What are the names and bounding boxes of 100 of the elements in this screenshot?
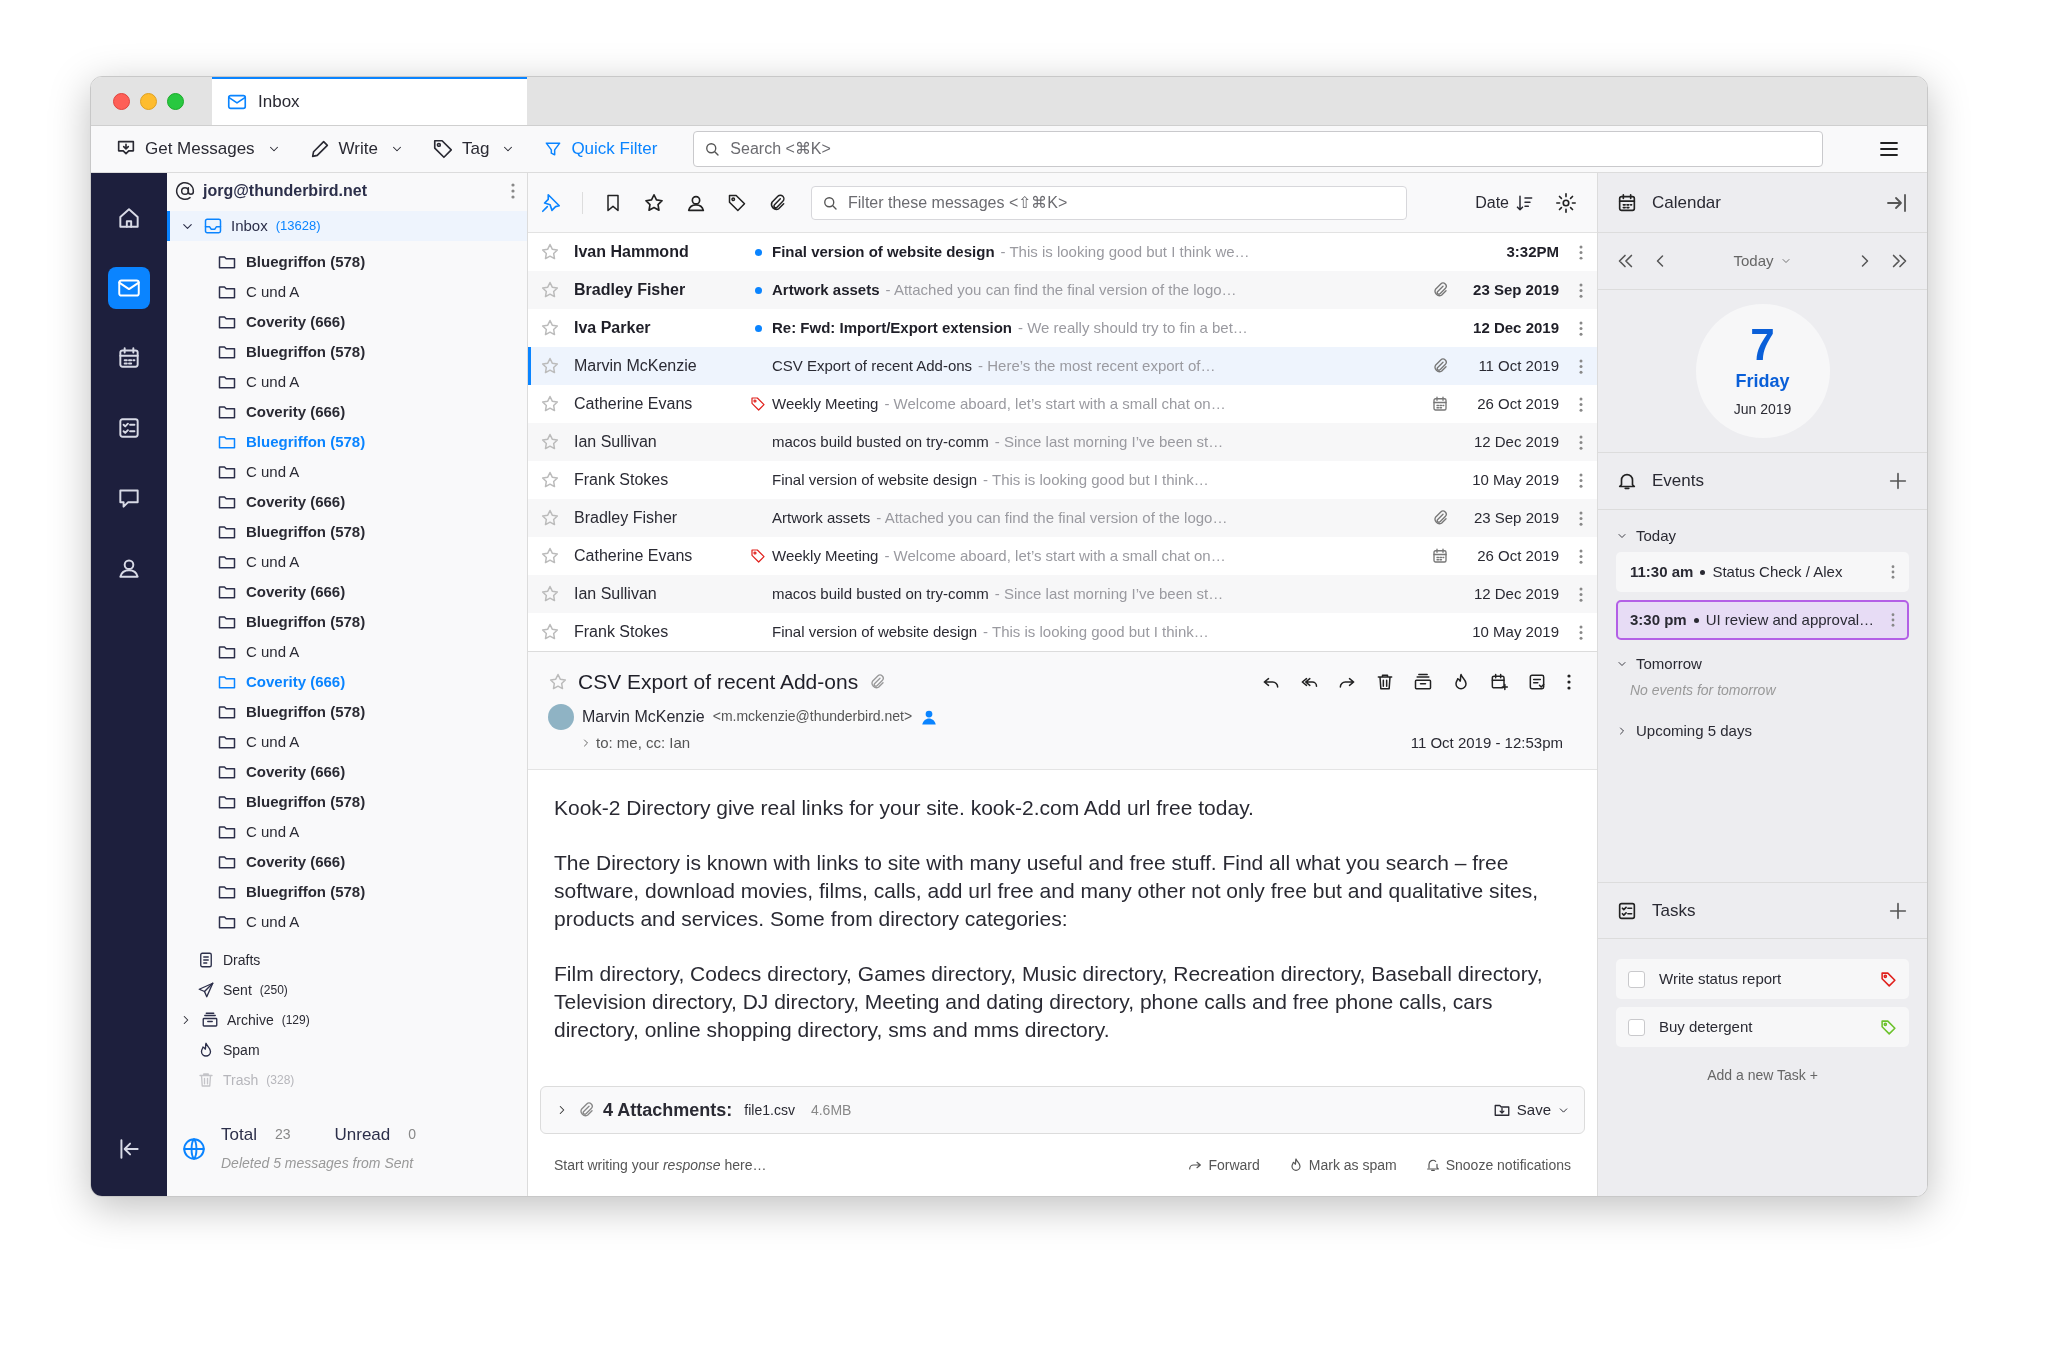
- folder-item[interactable]: Coverity (666): [167, 847, 527, 877]
- folder-item[interactable]: C und A: [167, 457, 527, 487]
- star-icon[interactable]: [540, 394, 560, 414]
- folder-item[interactable]: C und A: [167, 907, 527, 937]
- folder-item[interactable]: C und A: [167, 277, 527, 307]
- folder-item[interactable]: Bluegriffon (578): [167, 877, 527, 907]
- star-icon[interactable]: [540, 432, 560, 452]
- message-row[interactable]: Bradley Fisher Artwork assets - Attached you can find the final version of the logo… 23 Sep 2019: [528, 271, 1597, 309]
- star-icon[interactable]: [540, 508, 560, 528]
- message-subject: Weekly Meeting: [772, 545, 879, 566]
- task-card[interactable]: Write status report: [1616, 959, 1909, 999]
- plus-icon[interactable]: [1887, 470, 1909, 492]
- tag-icon[interactable]: [727, 192, 747, 213]
- quick-filter-button[interactable]: Quick Filter: [537, 131, 664, 167]
- message-row[interactable]: Marvin McKenzie CSV Export of recent Add-ons - Here’s the most recent export of… 11 Oct 2019: [528, 347, 1597, 385]
- day-number: 7: [1750, 322, 1775, 368]
- folder-item[interactable]: C und A: [167, 547, 527, 577]
- paper-plane-icon: [197, 981, 215, 999]
- action-button[interactable]: Forward: [1187, 1154, 1260, 1176]
- task-card[interactable]: Buy detergent: [1616, 1007, 1909, 1047]
- sender: Ian Sullivan: [574, 432, 658, 452]
- star-icon[interactable]: [540, 356, 560, 376]
- event-card[interactable]: 11:30 am Status Check / Alex: [1616, 552, 1909, 592]
- star-icon[interactable]: [643, 191, 665, 214]
- folder-item[interactable]: Drafts: [167, 945, 527, 975]
- folder-item[interactable]: Coverity (666): [167, 487, 527, 517]
- folder-item[interactable]: Bluegriffon (578): [167, 337, 527, 367]
- checkbox[interactable]: [1628, 1018, 1645, 1036]
- event-group-header[interactable]: Upcoming 5 days: [1616, 715, 1909, 747]
- pin-icon[interactable]: [540, 191, 562, 214]
- folder-item[interactable]: C und A: [167, 817, 527, 847]
- action-button[interactable]: Mark as spam: [1287, 1154, 1397, 1176]
- tag-icon: [431, 138, 454, 160]
- message-row[interactable]: Ian Sullivan macos build busted on try-comm - Since last morning I’ve been st… 12 Dec 2019: [528, 423, 1597, 461]
- folder-item[interactable]: Coverity (666): [167, 307, 527, 337]
- attachments-bar[interactable]: 4 Attachments: file1.csv 4.6MB Save: [540, 1086, 1585, 1134]
- attachments-label: 4 Attachments:: [603, 1098, 733, 1122]
- month-year: Jun 2019: [1733, 400, 1792, 419]
- save-button[interactable]: Save: [1492, 1098, 1570, 1122]
- folder-item[interactable]: Bluegriffon (578): [167, 247, 527, 277]
- space-button[interactable]: [108, 267, 150, 309]
- event-group-header[interactable]: Today: [1616, 520, 1909, 552]
- toolbar-button[interactable]: Get Messages: [109, 131, 287, 167]
- toolbar-button[interactable]: Tag: [425, 131, 522, 167]
- paperclip-icon: [577, 1101, 595, 1119]
- star-icon[interactable]: [548, 671, 568, 692]
- close-window-button[interactable]: [113, 92, 130, 110]
- folder-item[interactable]: Bluegriffon (578): [167, 517, 527, 547]
- event-card[interactable]: 3:30 pm UI review and approval…: [1616, 600, 1909, 640]
- star-icon[interactable]: [540, 470, 560, 490]
- file-size: 4.6MB: [810, 1100, 852, 1120]
- event-group-header[interactable]: Tomorrow: [1616, 648, 1909, 680]
- folder-item[interactable]: Sent (250): [167, 975, 527, 1005]
- unread-count: 0: [408, 1124, 417, 1144]
- events-title: Events: [1652, 470, 1704, 493]
- folder-item[interactable]: Coverity (666): [167, 397, 527, 427]
- message-preview: - This is looking good but I think…: [983, 621, 1209, 642]
- account-name[interactable]: jorg@thunderbird.net: [203, 179, 368, 203]
- message-row[interactable]: Bradley Fisher Artwork assets - Attached you can find the final version of the logo… 23 Sep 2019: [528, 499, 1597, 537]
- folder-item[interactable]: Coverity (666): [167, 757, 527, 787]
- folder-item[interactable]: Bluegriffon (578): [167, 697, 527, 727]
- toolbar-button[interactable]: Write: [302, 131, 410, 167]
- folder-item[interactable]: C und A: [167, 727, 527, 757]
- star-icon[interactable]: [540, 318, 560, 338]
- action-button[interactable]: Snooze notifications: [1424, 1154, 1571, 1176]
- settings-icon[interactable]: [1555, 191, 1577, 214]
- sender: Catherine Evans: [574, 394, 694, 414]
- star-icon[interactable]: [540, 280, 560, 300]
- star-icon[interactable]: [540, 584, 560, 604]
- event-time: 3:30 pm: [1630, 609, 1687, 630]
- message-row[interactable]: Ian Sullivan macos build busted on try-comm - Since last morning I’ve been st… 12 Dec 2019: [528, 575, 1597, 613]
- maximize-window-button[interactable]: [167, 92, 184, 110]
- filter-field[interactable]: Filter these messages <⇧⌘K>: [811, 185, 1407, 220]
- sender: Iva Parker: [574, 318, 652, 338]
- sort-button[interactable]: Date: [1475, 190, 1535, 215]
- folder-item[interactable]: Bluegriffon (578): [167, 607, 527, 637]
- folder-item[interactable]: C und A: [167, 637, 527, 667]
- message-subject: Re: Fwd: Import/Export extension: [772, 317, 1012, 338]
- sender: Frank Stokes: [574, 470, 670, 490]
- message-date: 12 Dec 2019: [1472, 583, 1559, 604]
- add-task-link[interactable]: Add a new Task +: [1707, 1065, 1818, 1086]
- checkbox[interactable]: [1628, 970, 1645, 988]
- email-date: 11 Oct 2019 - 12:53pm: [1410, 732, 1563, 753]
- message-date: 26 Oct 2019: [1476, 545, 1559, 566]
- folder-item[interactable]: C und A: [167, 367, 527, 397]
- more-icon[interactable]: [1567, 673, 1571, 690]
- folder-item[interactable]: Coverity (666): [167, 577, 527, 607]
- paperclip-icon: [868, 672, 887, 691]
- search-field[interactable]: Search <⌘K>: [693, 131, 1824, 167]
- reply-field[interactable]: Start writing your response here…: [554, 1154, 767, 1176]
- tab[interactable]: Inbox: [212, 77, 527, 125]
- star-icon[interactable]: [540, 242, 560, 262]
- folder-item[interactable]: Archive (129): [167, 1005, 527, 1035]
- inbox-folder[interactable]: Inbox (13628): [167, 211, 527, 241]
- star-icon[interactable]: [540, 546, 560, 566]
- email-subject: CSV Export of recent Add-ons: [578, 669, 859, 695]
- today-button[interactable]: Today: [1733, 249, 1792, 273]
- folder-item[interactable]: Spam: [167, 1035, 527, 1065]
- folder-item[interactable]: Bluegriffon (578): [167, 787, 527, 817]
- star-icon[interactable]: [540, 622, 560, 642]
